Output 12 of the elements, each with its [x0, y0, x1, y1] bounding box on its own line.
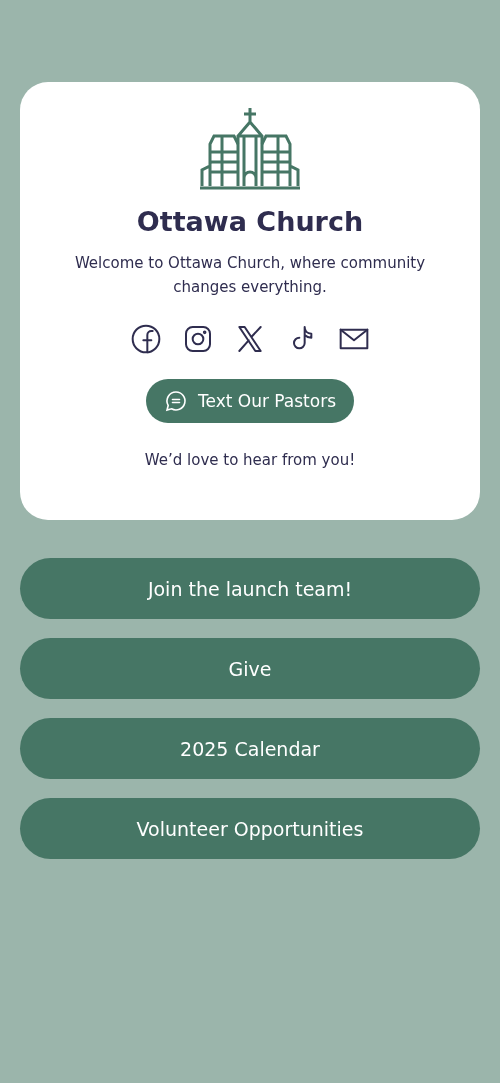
- instagram-icon[interactable]: [182, 323, 214, 355]
- text-pastors-button[interactable]: Text Our Pastors: [146, 379, 354, 423]
- facebook-icon[interactable]: [130, 323, 162, 355]
- link-button[interactable]: Join the launch team!: [20, 558, 480, 619]
- note-text: We’d love to hear from you!: [144, 451, 356, 469]
- link-button[interactable]: 2025 Calendar: [20, 718, 480, 779]
- link-button[interactable]: Give: [20, 638, 480, 699]
- church-icon: [198, 106, 302, 190]
- link-button[interactable]: Volunteer Opportunities: [20, 798, 480, 859]
- chat-icon: [164, 389, 188, 413]
- church-name: Ottawa Church: [136, 206, 364, 237]
- welcome-text: Welcome to Ottawa Church, where community changes everything.: [73, 253, 427, 298]
